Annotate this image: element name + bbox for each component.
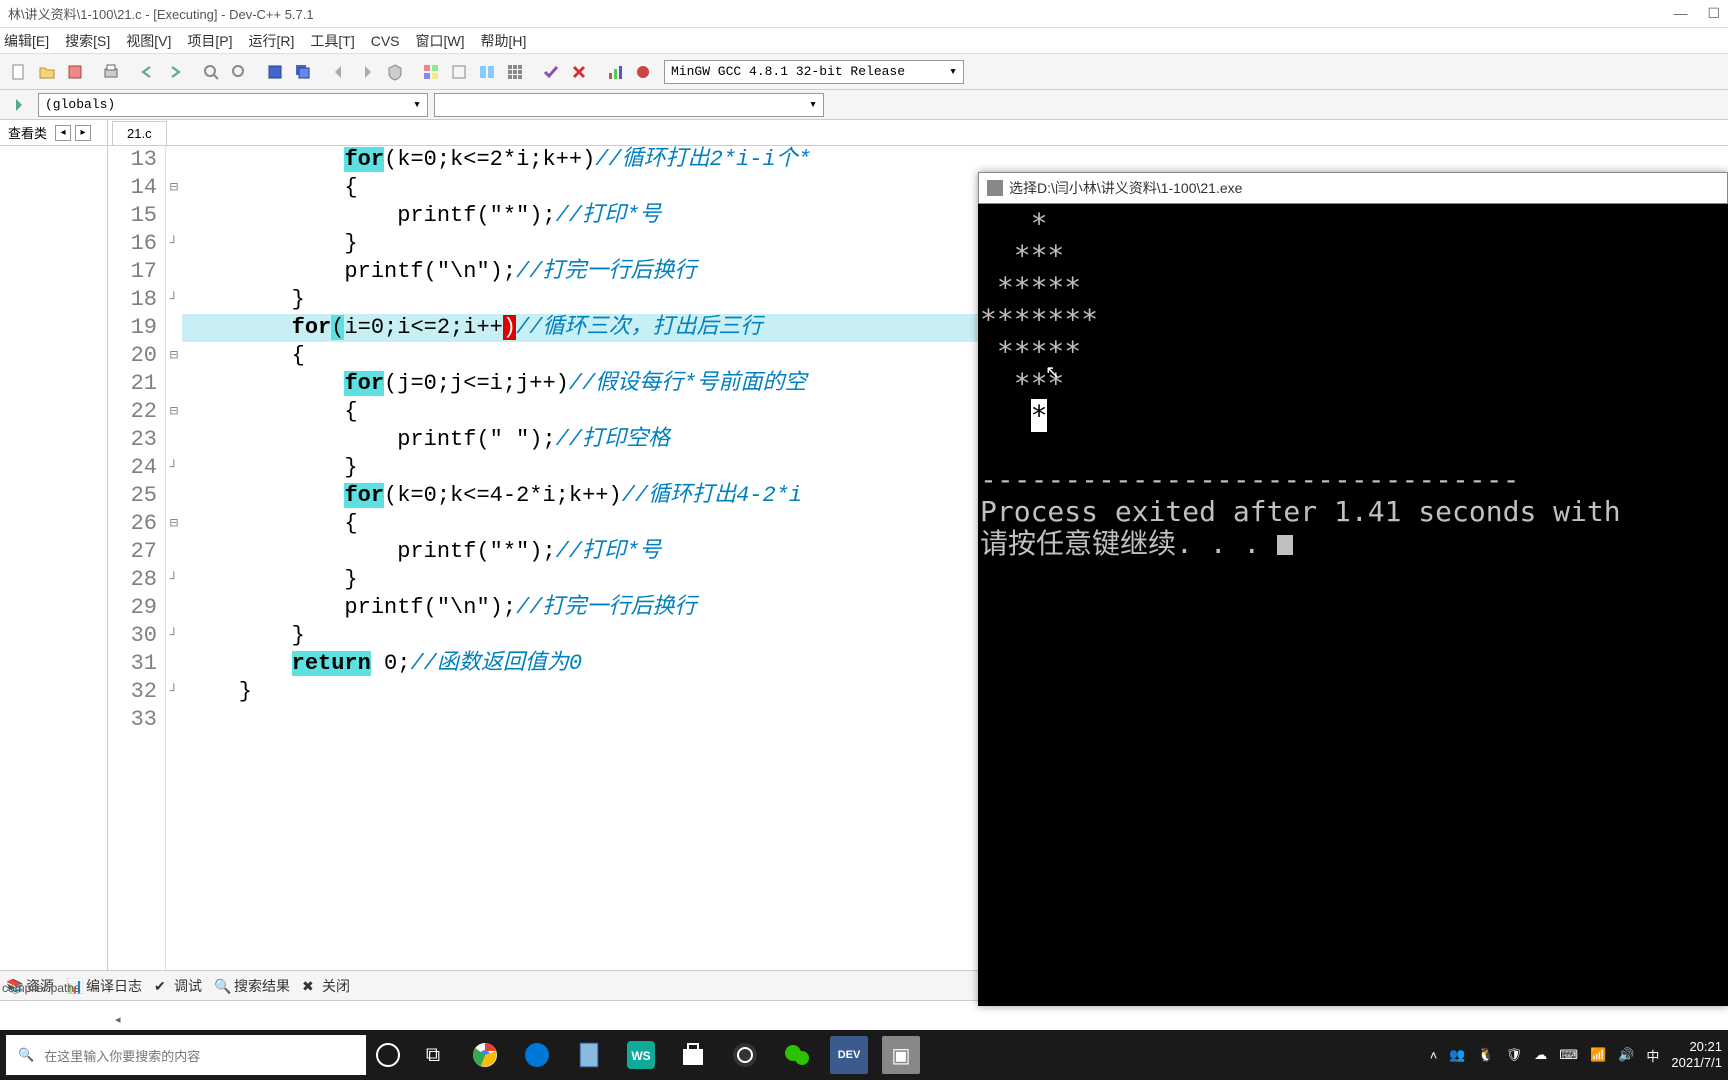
bug-icon[interactable] (630, 59, 656, 85)
tab-search-results[interactable]: 🔍搜索结果 (214, 976, 290, 996)
file-tab[interactable]: 21.c (112, 121, 167, 145)
save-icon[interactable] (262, 59, 288, 85)
shield-icon[interactable] (382, 59, 408, 85)
menu-item[interactable]: 视图[V] (126, 31, 171, 51)
member-select[interactable]: ▾ (434, 93, 824, 117)
tray-keyboard-icon[interactable]: ⌨ (1559, 1047, 1578, 1063)
find-icon[interactable] (198, 59, 224, 85)
redo-icon[interactable] (162, 59, 188, 85)
menu-item[interactable]: 工具[T] (310, 31, 354, 51)
chevron-down-icon: ▾ (413, 97, 421, 112)
save-all-icon[interactable] (290, 59, 316, 85)
cancel-icon[interactable] (566, 59, 592, 85)
svg-text:WS: WS (631, 1049, 650, 1063)
chrome-icon[interactable] (466, 1036, 504, 1074)
console-task-icon[interactable]: ▣ (882, 1036, 920, 1074)
check-icon[interactable] (538, 59, 564, 85)
left-panel: 查看类 ◂ ▸ (0, 120, 108, 970)
tray-ime[interactable]: 中 (1646, 1046, 1659, 1065)
window-icon[interactable] (446, 59, 472, 85)
undo-icon[interactable] (134, 59, 160, 85)
console-app-icon (987, 180, 1003, 196)
chevron-down-icon: ▾ (809, 97, 817, 112)
wechat-icon[interactable] (778, 1036, 816, 1074)
taskbar-apps: ⧉ WS DEV ▣ (376, 1036, 1430, 1074)
scope-bar: (globals) ▾ ▾ (0, 90, 1728, 120)
taskbar-search[interactable]: 🔍 在这里输入你要搜索的内容 (6, 1035, 366, 1075)
menu-item[interactable]: 项目[P] (187, 31, 232, 51)
system-tray: ˄ 👥 🐧 🛡 ☁ ⌨ 📶 🔊 中 20:21 2021/7/1 (1430, 1039, 1722, 1071)
tray-people-icon[interactable]: 👥 (1449, 1047, 1465, 1063)
taskbar: 🔍 在这里输入你要搜索的内容 ⧉ WS DEV ▣ ˄ 👥 🐧 🛡 ☁ ⌨ 📶 … (0, 1030, 1728, 1080)
compiler-text: MinGW GCC 4.8.1 32-bit Release (671, 64, 905, 79)
window-title: 林\讲义资料\1-100\21.c - [Executing] - Dev-C+… (8, 4, 1673, 23)
tray-chevron-icon[interactable]: ˄ (1430, 1048, 1438, 1063)
file-tabs: 21.c (108, 120, 1728, 146)
window-controls: — ☐ (1673, 5, 1720, 22)
chart-icon[interactable] (602, 59, 628, 85)
maximize-icon[interactable]: ☐ (1707, 5, 1720, 22)
console-output[interactable]: * *** ***** ******* ***** *** * --------… (978, 204, 1728, 564)
menu-item[interactable]: CVS (371, 33, 400, 49)
cortana-icon[interactable] (376, 1043, 400, 1067)
scope-text: (globals) (45, 97, 115, 112)
chevron-down-icon: ▾ (949, 64, 957, 79)
compiler-paths-label: compiler paths (2, 981, 80, 995)
class-view-tab[interactable]: 查看类 (4, 123, 51, 142)
replace-icon[interactable] (226, 59, 252, 85)
tray-wifi-icon[interactable]: 📶 (1590, 1047, 1606, 1063)
edge-icon[interactable] (518, 1036, 556, 1074)
close-icon: ✖ (302, 978, 318, 994)
tray-volume-icon[interactable]: 🔊 (1618, 1047, 1634, 1063)
webstorm-icon[interactable]: WS (622, 1036, 660, 1074)
scope-select[interactable]: (globals) ▾ (38, 93, 428, 117)
nav-prev-icon[interactable]: ◂ (55, 125, 71, 141)
menu-item[interactable]: 帮助[H] (481, 31, 527, 51)
nav-fwd-icon[interactable] (354, 59, 380, 85)
search-icon: 🔍 (18, 1047, 34, 1063)
minimize-icon[interactable]: — (1673, 5, 1687, 22)
menu-item[interactable]: 搜索[S] (65, 31, 110, 51)
grid2-icon[interactable] (474, 59, 500, 85)
tray-shield-icon[interactable]: 🛡 (1506, 1047, 1523, 1063)
console-title-text: 选择D:\闫小林\讲义资料\1-100\21.exe (1009, 178, 1242, 198)
toolbar: MinGW GCC 4.8.1 32-bit Release ▾ (0, 54, 1728, 90)
menu-item[interactable]: 窗口[W] (416, 31, 465, 51)
tray-clock[interactable]: 20:21 2021/7/1 (1671, 1039, 1722, 1071)
nav-back-icon[interactable] (326, 59, 352, 85)
store-icon[interactable] (674, 1036, 712, 1074)
window-titlebar: 林\讲义资料\1-100\21.c - [Executing] - Dev-C+… (0, 0, 1728, 28)
notepad-icon[interactable] (570, 1036, 608, 1074)
tray-onedrive-icon[interactable]: ☁ (1534, 1047, 1547, 1063)
console-window[interactable]: 选择D:\闫小林\讲义资料\1-100\21.exe * *** ***** *… (978, 172, 1728, 1006)
grid4-icon[interactable] (418, 59, 444, 85)
scroll-left-icon[interactable]: ◂ (115, 1013, 121, 1026)
compiler-select[interactable]: MinGW GCC 4.8.1 32-bit Release ▾ (664, 60, 964, 84)
search-icon: 🔍 (214, 978, 230, 994)
task-view-icon[interactable]: ⧉ (414, 1036, 452, 1074)
search-placeholder: 在这里输入你要搜索的内容 (44, 1046, 200, 1065)
tray-qq-icon[interactable]: 🐧 (1478, 1047, 1494, 1063)
menu-item[interactable]: 运行[R] (249, 31, 295, 51)
menubar: 编辑[E] 搜索[S] 视图[V] 项目[P] 运行[R] 工具[T] CVS 窗口[W] 帮助… (0, 28, 1728, 54)
nav-next-icon[interactable]: ▸ (75, 125, 91, 141)
left-panel-tabs: 查看类 ◂ ▸ (0, 120, 107, 146)
tab-debug[interactable]: ✔调试 (154, 976, 202, 996)
close-file-icon[interactable] (62, 59, 88, 85)
obs-icon[interactable] (726, 1036, 764, 1074)
goto-icon[interactable] (6, 92, 32, 118)
tab-close[interactable]: ✖关闭 (302, 976, 350, 996)
fold-column[interactable]: ⊟┘┘⊟⊟┘⊟┘┘┘ (166, 146, 182, 970)
open-file-icon[interactable] (34, 59, 60, 85)
devcpp-icon[interactable]: DEV (830, 1036, 868, 1074)
console-titlebar[interactable]: 选择D:\闫小林\讲义资料\1-100\21.exe (978, 172, 1728, 204)
print-icon[interactable] (98, 59, 124, 85)
menu-item[interactable]: 编辑[E] (4, 31, 49, 51)
check-icon: ✔ (154, 978, 170, 994)
grid9-icon[interactable] (502, 59, 528, 85)
line-gutter: 1314151617181920212223242526272829303132… (108, 146, 166, 970)
new-file-icon[interactable] (6, 59, 32, 85)
